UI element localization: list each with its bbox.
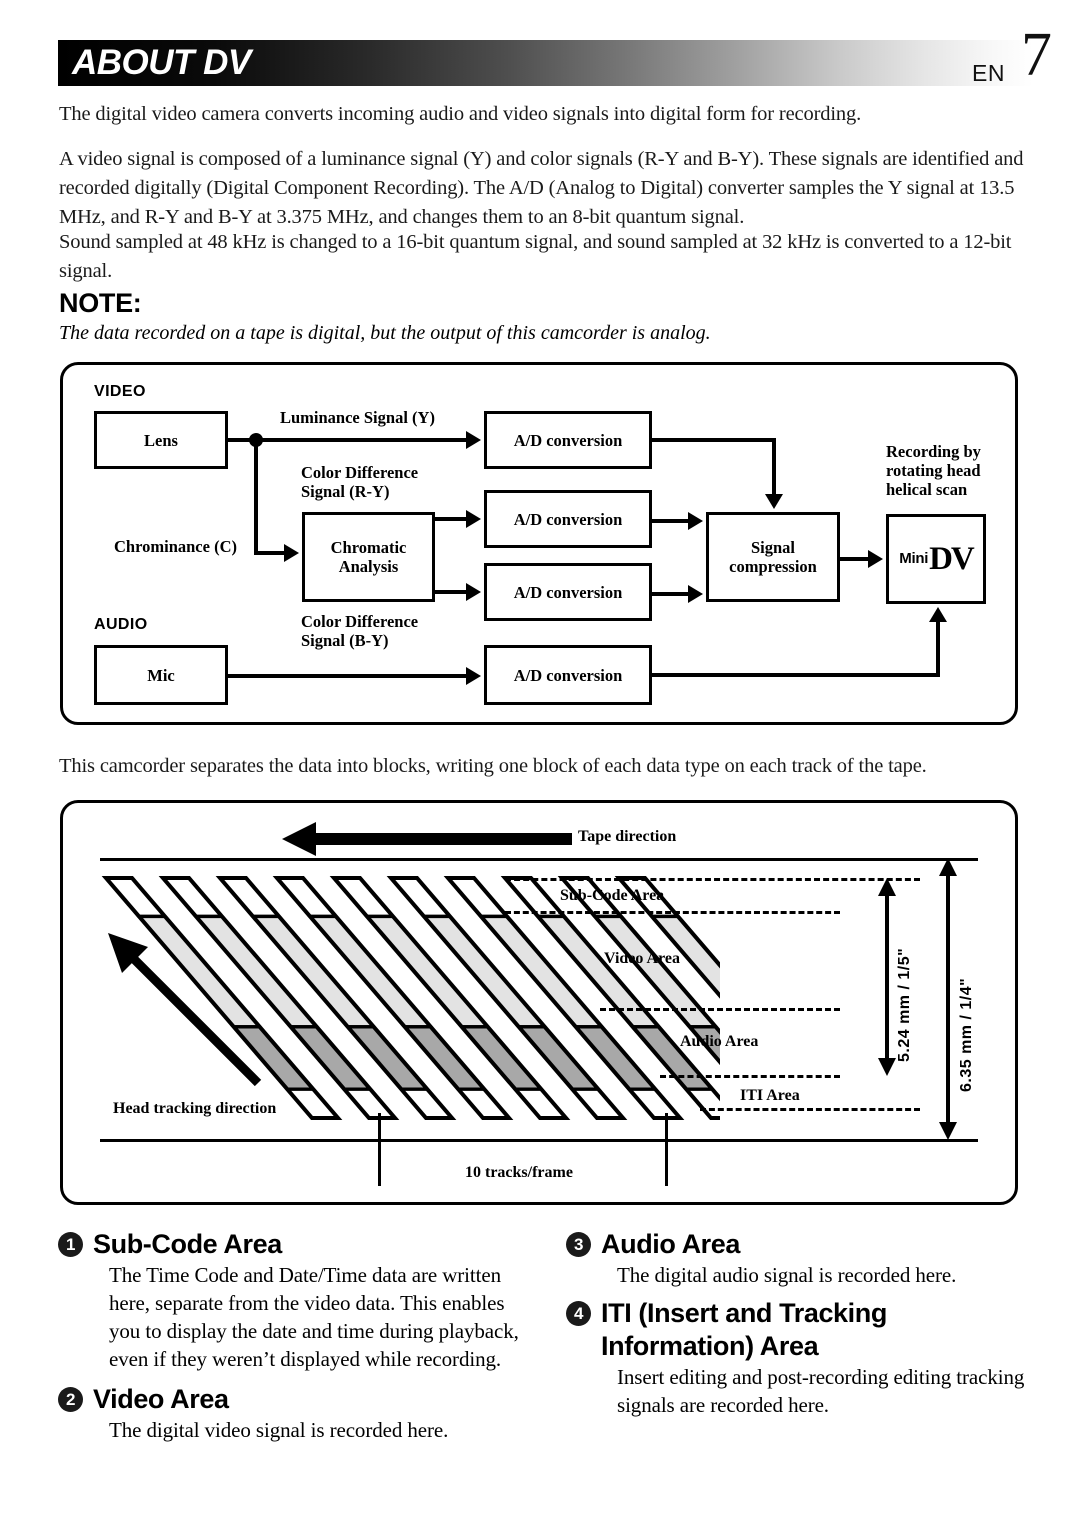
legend-number-badge: 3 [566, 1232, 591, 1257]
legend-heading: 3 Audio Area [566, 1228, 1036, 1261]
label-color-difference-by: Color Difference Signal (B-Y) [301, 612, 419, 650]
tape-direction-label: Tape direction [578, 828, 677, 845]
paragraph-blocks: This camcorder separates the data into b… [59, 755, 927, 777]
arrowhead-lens-to-ad-y [466, 431, 481, 449]
boundary-video-audio [600, 1008, 840, 1011]
connector-ad-y-down [772, 438, 776, 495]
legend-body: Insert editing and post-recording editin… [617, 1365, 1025, 1417]
block-ad-conversion-audio: A/D conversion [484, 645, 652, 705]
page-title: ABOUT DV [72, 43, 251, 82]
dv-logo-mark: DV [929, 541, 975, 577]
arrowhead-mic-to-ad-audio [466, 667, 481, 685]
area-label-iti: ITI Area [740, 1087, 800, 1104]
block-chromatic-analysis: Chromatic Analysis [302, 512, 435, 602]
note-heading: NOTE: [59, 288, 142, 318]
area-label-video: Video Area [604, 950, 680, 967]
dimension-label-outer: 6.35 mm / 1/4" [958, 977, 975, 1092]
arrowhead-ad-y-to-compression [765, 494, 783, 509]
tape-edge-bottom [100, 1139, 978, 1142]
boundary-subcode-top [505, 878, 920, 881]
area-label-audio: Audio Area [680, 1033, 759, 1050]
document-page: ABOUT DV EN 7 The digital video camera c… [0, 0, 1080, 1533]
connector-ad-ry-to-compression [652, 519, 691, 523]
block-ad-conversion-y: A/D conversion [484, 411, 652, 469]
boundary-audio-iti [660, 1075, 840, 1078]
tape-edge-top [100, 858, 978, 861]
legend-heading: 2 Video Area [58, 1383, 538, 1416]
arrowhead-chromatic-to-ad-ry [466, 510, 481, 528]
paragraph-sound: Sound sampled at 48 kHz is changed to a … [59, 231, 1012, 282]
arrowhead-ad-ry-to-compression [688, 512, 703, 530]
tracks-frame-tick-left [378, 1113, 381, 1186]
arrowhead-chromatic-to-ad-by [466, 583, 481, 601]
block-mic: Mic [94, 645, 228, 705]
connector-ad-audio-right [652, 673, 940, 677]
head-tracking-arrow [108, 933, 262, 1087]
section-label-audio: AUDIO [94, 616, 148, 633]
paragraph-video-signal: A video signal is composed of a luminanc… [59, 148, 1024, 228]
connector-chromatic-to-ad-by [435, 590, 469, 594]
legend-number-badge: 2 [58, 1387, 83, 1412]
legend-title: Audio Area [601, 1229, 741, 1259]
label-luminance-signal: Luminance Signal (Y) [280, 408, 435, 427]
boundary-iti-bottom [700, 1108, 920, 1111]
legend-title: Sub-Code Area [93, 1229, 282, 1259]
label-color-difference-ry: Color Difference Signal (R-Y) [301, 463, 419, 501]
paragraph-intro: The digital video camera converts incomi… [59, 103, 862, 125]
language-code: EN [972, 60, 1005, 86]
legend-body: The digital video signal is recorded her… [109, 1418, 449, 1442]
connector-ad-by-to-compression [652, 592, 691, 596]
connector-lens-down [254, 440, 258, 553]
legend-column-left: 1 Sub-Code Area The Time Code and Date/T… [58, 1228, 538, 1446]
arrowhead-compression-to-cassette [868, 550, 883, 568]
connector-mic-to-ad-audio [228, 674, 469, 678]
label-chrominance: Chrominance (C) [114, 537, 237, 556]
head-tracking-label: Head tracking direction [113, 1100, 277, 1117]
dimension-arrow-outer [939, 858, 957, 1140]
page-number: 7 [1021, 21, 1052, 89]
connector-lens-to-ad-y [228, 438, 469, 442]
connector-chromatic-to-ad-ry [435, 517, 469, 521]
block-lens: Lens [94, 411, 228, 469]
legend-body: The digital audio signal is recorded her… [617, 1263, 957, 1287]
block-ad-conversion-ry: A/D conversion [484, 490, 652, 548]
legend-item-sub-code: 1 Sub-Code Area The Time Code and Date/T… [58, 1228, 538, 1373]
legend-item-iti: 4 ITI (Insert and Tracking Information) … [566, 1297, 1036, 1419]
minidv-logo: Mini DV [899, 541, 975, 577]
connector-ad-y-right [652, 438, 776, 442]
legend-heading: 1 Sub-Code Area [58, 1228, 538, 1261]
block-minidv-cassette: Mini DV [886, 514, 986, 604]
tape-direction-arrow [282, 822, 572, 856]
connector-ad-audio-up [936, 622, 940, 675]
label-recording-helical-scan: Recording by rotating head helical scan [886, 442, 981, 499]
arrowhead-ad-audio-to-cassette [929, 607, 947, 622]
note-text: The data recorded on a tape is digital, … [59, 322, 711, 344]
block-ad-conversion-by: A/D conversion [484, 563, 652, 621]
boundary-subcode-video [505, 911, 840, 914]
connector-to-chromatic [254, 551, 287, 555]
legend-body: The Time Code and Date/Time data are wri… [109, 1263, 519, 1371]
arrowhead-ad-by-to-compression [688, 585, 703, 603]
legend-item-video: 2 Video Area The digital video signal is… [58, 1383, 538, 1444]
legend-number-badge: 1 [58, 1232, 83, 1257]
legend-title: Video Area [93, 1384, 229, 1414]
legend-column-right: 3 Audio Area The digital audio signal is… [566, 1228, 1036, 1421]
legend-number-badge: 4 [566, 1301, 591, 1326]
tracks-per-frame-label: 10 tracks/frame [465, 1164, 573, 1181]
legend-title: ITI (Insert and Tracking Information) Ar… [601, 1298, 887, 1361]
legend-heading: 4 ITI (Insert and Tracking Information) … [566, 1297, 1036, 1363]
dimension-label-inner: 5.24 mm / 1/5" [896, 947, 913, 1062]
minidv-logo-mini-text: Mini [899, 549, 929, 567]
section-label-video: VIDEO [94, 383, 146, 400]
tracks-frame-tick-right [665, 1113, 668, 1186]
area-label-sub-code: Sub-Code Area [560, 887, 665, 904]
legend-item-audio: 3 Audio Area The digital audio signal is… [566, 1228, 1036, 1289]
block-signal-compression: Signal compression [706, 512, 840, 602]
arrowhead-to-chromatic [284, 544, 299, 562]
